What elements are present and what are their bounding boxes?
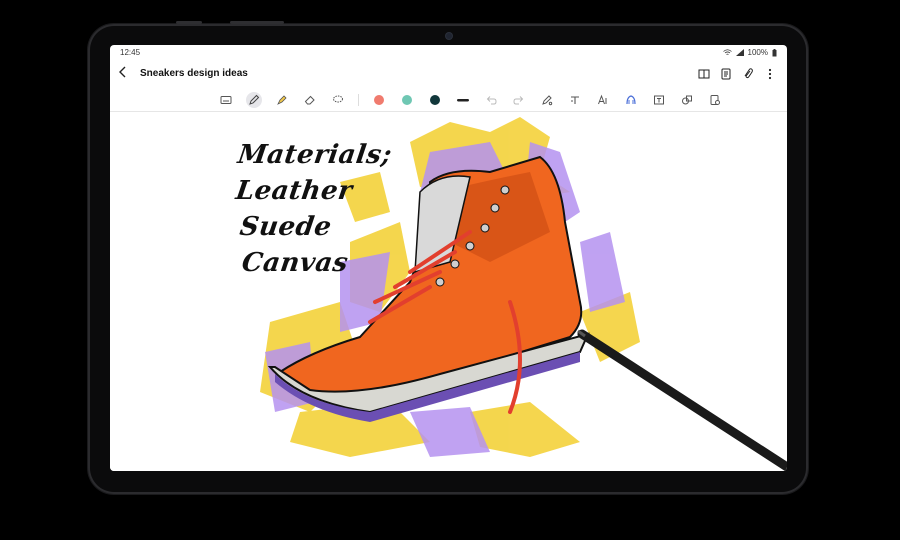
redo-icon[interactable] — [511, 92, 527, 108]
toolbar-divider — [358, 94, 359, 106]
handwriting-line-3: Suede — [237, 212, 334, 242]
insert-text-box-icon[interactable] — [651, 92, 667, 108]
handwriting-line-2: Leather — [233, 176, 355, 206]
sneaker-illustration — [260, 117, 787, 471]
more-vert-icon[interactable] — [763, 67, 777, 81]
color-swatch-2[interactable] — [399, 92, 415, 108]
pen-settings-icon[interactable] — [539, 92, 555, 108]
readonly-icon[interactable] — [707, 92, 723, 108]
chevron-left-icon[interactable] — [118, 66, 132, 82]
book-icon[interactable] — [697, 67, 711, 81]
power-button — [230, 21, 284, 24]
battery-icon — [772, 48, 777, 57]
toolbar-tools — [218, 92, 723, 108]
wifi-icon — [722, 49, 732, 56]
handwriting-line-1: Materials; — [235, 140, 394, 170]
front-camera — [446, 33, 452, 39]
color-swatch-3[interactable] — [427, 92, 443, 108]
color-swatch-1[interactable] — [371, 92, 387, 108]
status-bar: 12:45 100% — [110, 45, 787, 61]
keyboard-icon[interactable] — [218, 92, 234, 108]
handwriting-line-4: Canvas — [239, 248, 351, 278]
app-bar-actions — [697, 67, 777, 81]
undo-icon[interactable] — [483, 92, 499, 108]
stroke-width-icon[interactable] — [455, 92, 471, 108]
eraser-icon[interactable] — [302, 92, 318, 108]
status-time: 12:45 — [120, 48, 141, 57]
page-title: Sneakers design ideas — [140, 68, 248, 79]
app-bar: Sneakers design ideas — [110, 63, 787, 87]
highlighter-icon[interactable] — [274, 92, 290, 108]
note-icon[interactable] — [719, 67, 733, 81]
pen-tool-icon[interactable] — [246, 92, 262, 108]
paperclip-icon[interactable] — [741, 67, 755, 81]
shape-recognition-icon[interactable] — [623, 92, 639, 108]
text-format-icon[interactable] — [567, 92, 583, 108]
battery-label: 100% — [747, 48, 768, 57]
drawing-canvas[interactable]: Materials; Leather Suede Canvas — [110, 112, 787, 471]
color-dot — [374, 95, 384, 105]
drawing-toolbar — [110, 89, 787, 112]
shapes-icon[interactable] — [679, 92, 695, 108]
status-right: 100% — [722, 48, 777, 57]
signal-icon — [735, 49, 744, 56]
color-dot — [430, 95, 440, 105]
lasso-icon[interactable] — [330, 92, 346, 108]
tablet-screen: 12:45 100% Sneakers design ideas Materia… — [110, 45, 787, 471]
volume-button — [176, 21, 202, 24]
text-style-icon[interactable] — [595, 92, 611, 108]
color-dot — [402, 95, 412, 105]
